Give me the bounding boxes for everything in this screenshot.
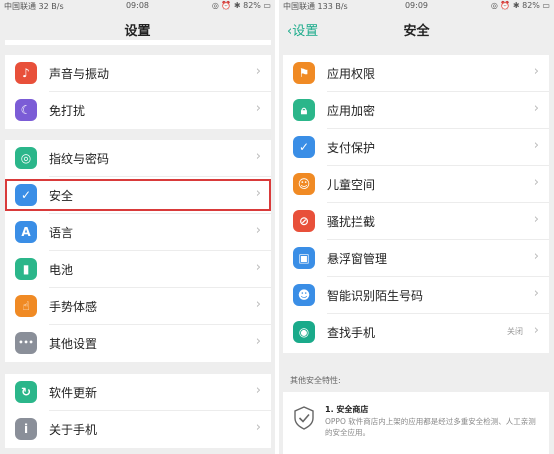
list-item-label: 软件更新 [49, 386, 98, 400]
settings-screen: 中国联通 32 B/s 09:08 ◎ ⏰ ✱ 82% ▭ 设置 ♪ 声音与振动 ›… [0, 0, 275, 454]
moon-icon: ☾ [15, 99, 37, 121]
list-item[interactable]: 🔒︎ 应用加密 › [283, 92, 549, 129]
list-item-label: 关于手机 [49, 423, 98, 437]
section-title: 其他安全特性: [290, 376, 341, 385]
find-phone-icon: ◉ [293, 321, 315, 343]
chevron-right-icon: › [533, 175, 539, 190]
chevron-right-icon: › [255, 420, 261, 435]
payment-shield-icon: ✓ [293, 136, 315, 158]
list-item[interactable]: ▣ 悬浮窗管理 › [283, 240, 549, 277]
list-item-label: 儿童空间 [327, 178, 376, 192]
list-item[interactable]: ⊘ 骚扰拦截 › [283, 203, 549, 240]
page-title: 设置 [124, 24, 151, 39]
status-bar: 中国联通 133 B/s 09:09 ◎ ⏰ ✱ 82% ▭ [279, 0, 554, 12]
chevron-right-icon: › [255, 297, 261, 312]
chevron-right-icon: › [533, 249, 539, 264]
chevron-right-icon: › [255, 383, 261, 398]
list-item-label: 应用加密 [327, 104, 376, 118]
list-item-label: 其他设置 [49, 337, 98, 351]
chevron-right-icon: › [533, 101, 539, 116]
list-item-label: 指纹与密码 [49, 152, 110, 166]
highlight-frame [5, 179, 271, 211]
list-item-label: 悬浮窗管理 [327, 252, 388, 266]
list-item-label: 手势体感 [49, 300, 98, 314]
list-item[interactable]: ☝ 手势体感 › [5, 288, 271, 325]
list-item-label: 查找手机 [327, 326, 376, 340]
feature-card: 1. 安全商店 OPPO 软件商店内上架的应用都是经过多重安全检测、人工亲测的安… [283, 392, 549, 454]
list-item-label: 电池 [49, 263, 74, 277]
shield-check-icon [294, 406, 314, 430]
contact-icon: ☻ [293, 284, 315, 306]
info-icon: i [15, 418, 37, 440]
partial-row-card [5, 40, 271, 45]
list-item[interactable]: ✓ 支付保护 › [283, 129, 549, 166]
floating-window-icon: ▣ [293, 247, 315, 269]
list-item[interactable]: A 语言 › [5, 214, 271, 251]
list-item[interactable]: ••• 其他设置 › [5, 325, 271, 362]
list-item[interactable]: ☺ 儿童空间 › [283, 166, 549, 203]
list-item[interactable]: ↻ 软件更新 › [5, 374, 271, 411]
list-item-label: 应用权限 [327, 67, 376, 81]
chevron-right-icon: › [533, 323, 539, 338]
list-item[interactable]: ◎ 指纹与密码 › [5, 140, 271, 177]
lock-icon: 🔒︎ [293, 99, 315, 121]
list-item-label: 声音与振动 [49, 67, 110, 81]
chevron-right-icon: › [533, 286, 539, 301]
list-item-label: 语言 [49, 226, 74, 240]
volume-icon: ♪ [15, 62, 37, 84]
battery-level: 82% [243, 1, 261, 10]
list-item[interactable]: ◉ 查找手机 关闭 › [283, 314, 549, 351]
chevron-right-icon: › [255, 149, 261, 164]
list-item[interactable]: ♪ 声音与振动 › [5, 55, 271, 92]
chevron-right-icon: › [255, 223, 261, 238]
list-item[interactable]: ▮ 电池 › [5, 251, 271, 288]
hand-icon: ☝ [15, 295, 37, 317]
list-item[interactable]: ☻ 智能识别陌生号码 › [283, 277, 549, 314]
child-icon: ☺ [293, 173, 315, 195]
page-title: 安全 [403, 24, 430, 39]
list-item-label: 骚扰拦截 [327, 215, 376, 229]
list-item-label: 智能识别陌生号码 [327, 289, 424, 303]
app-permission-icon: ⚑ [293, 62, 315, 84]
chevron-right-icon: › [533, 212, 539, 227]
chevron-right-icon: › [255, 101, 261, 116]
block-icon: ⊘ [293, 210, 315, 232]
language-icon: A [15, 221, 37, 243]
list-item-label: 支付保护 [327, 141, 376, 155]
feature-title: 1. 安全商店 [325, 405, 369, 414]
security-list: ⚑ 应用权限 › 🔒︎ 应用加密 › ✓ 支付保护 › ☺ 儿童空间 › ⊘ 骚扰拦截 › ▣ 悬浮窗管理 › ☻ 智… [283, 55, 549, 353]
update-icon: ↻ [15, 381, 37, 403]
chevron-right-icon: › [533, 64, 539, 79]
chevron-right-icon: › [255, 64, 261, 79]
list-item[interactable]: ☾ 免打扰 › [5, 92, 271, 129]
fingerprint-icon: ◎ [15, 147, 37, 169]
list-item-label: 免打扰 [49, 104, 86, 118]
chevron-right-icon: › [255, 334, 261, 349]
battery-icon: ▮ [15, 258, 37, 280]
feature-description: OPPO 软件商店内上架的应用都是经过多重安全检测、人工亲测的安全应用。 [325, 417, 536, 437]
list-item[interactable]: i 关于手机 › [5, 411, 271, 448]
settings-group-sound: ♪ 声音与振动 › ☾ 免打扰 › [5, 55, 271, 129]
status-bar: 中国联通 32 B/s 09:08 ◎ ⏰ ✱ 82% ▭ [0, 0, 275, 12]
battery-level: 82% [522, 1, 540, 10]
list-item-value: 关闭 [507, 327, 523, 336]
settings-group-system: ◎ 指纹与密码 › ✓ 安全 › A 语言 › ▮ 电池 › ☝ 手势体感 › ••• 其他设置 › [5, 140, 271, 362]
settings-group-about: ↻ 软件更新 › i 关于手机 › [5, 374, 271, 448]
chevron-right-icon: › [533, 138, 539, 153]
chevron-right-icon: › [255, 260, 261, 275]
list-item[interactable]: ⚑ 应用权限 › [283, 55, 549, 92]
more-icon: ••• [15, 332, 37, 354]
